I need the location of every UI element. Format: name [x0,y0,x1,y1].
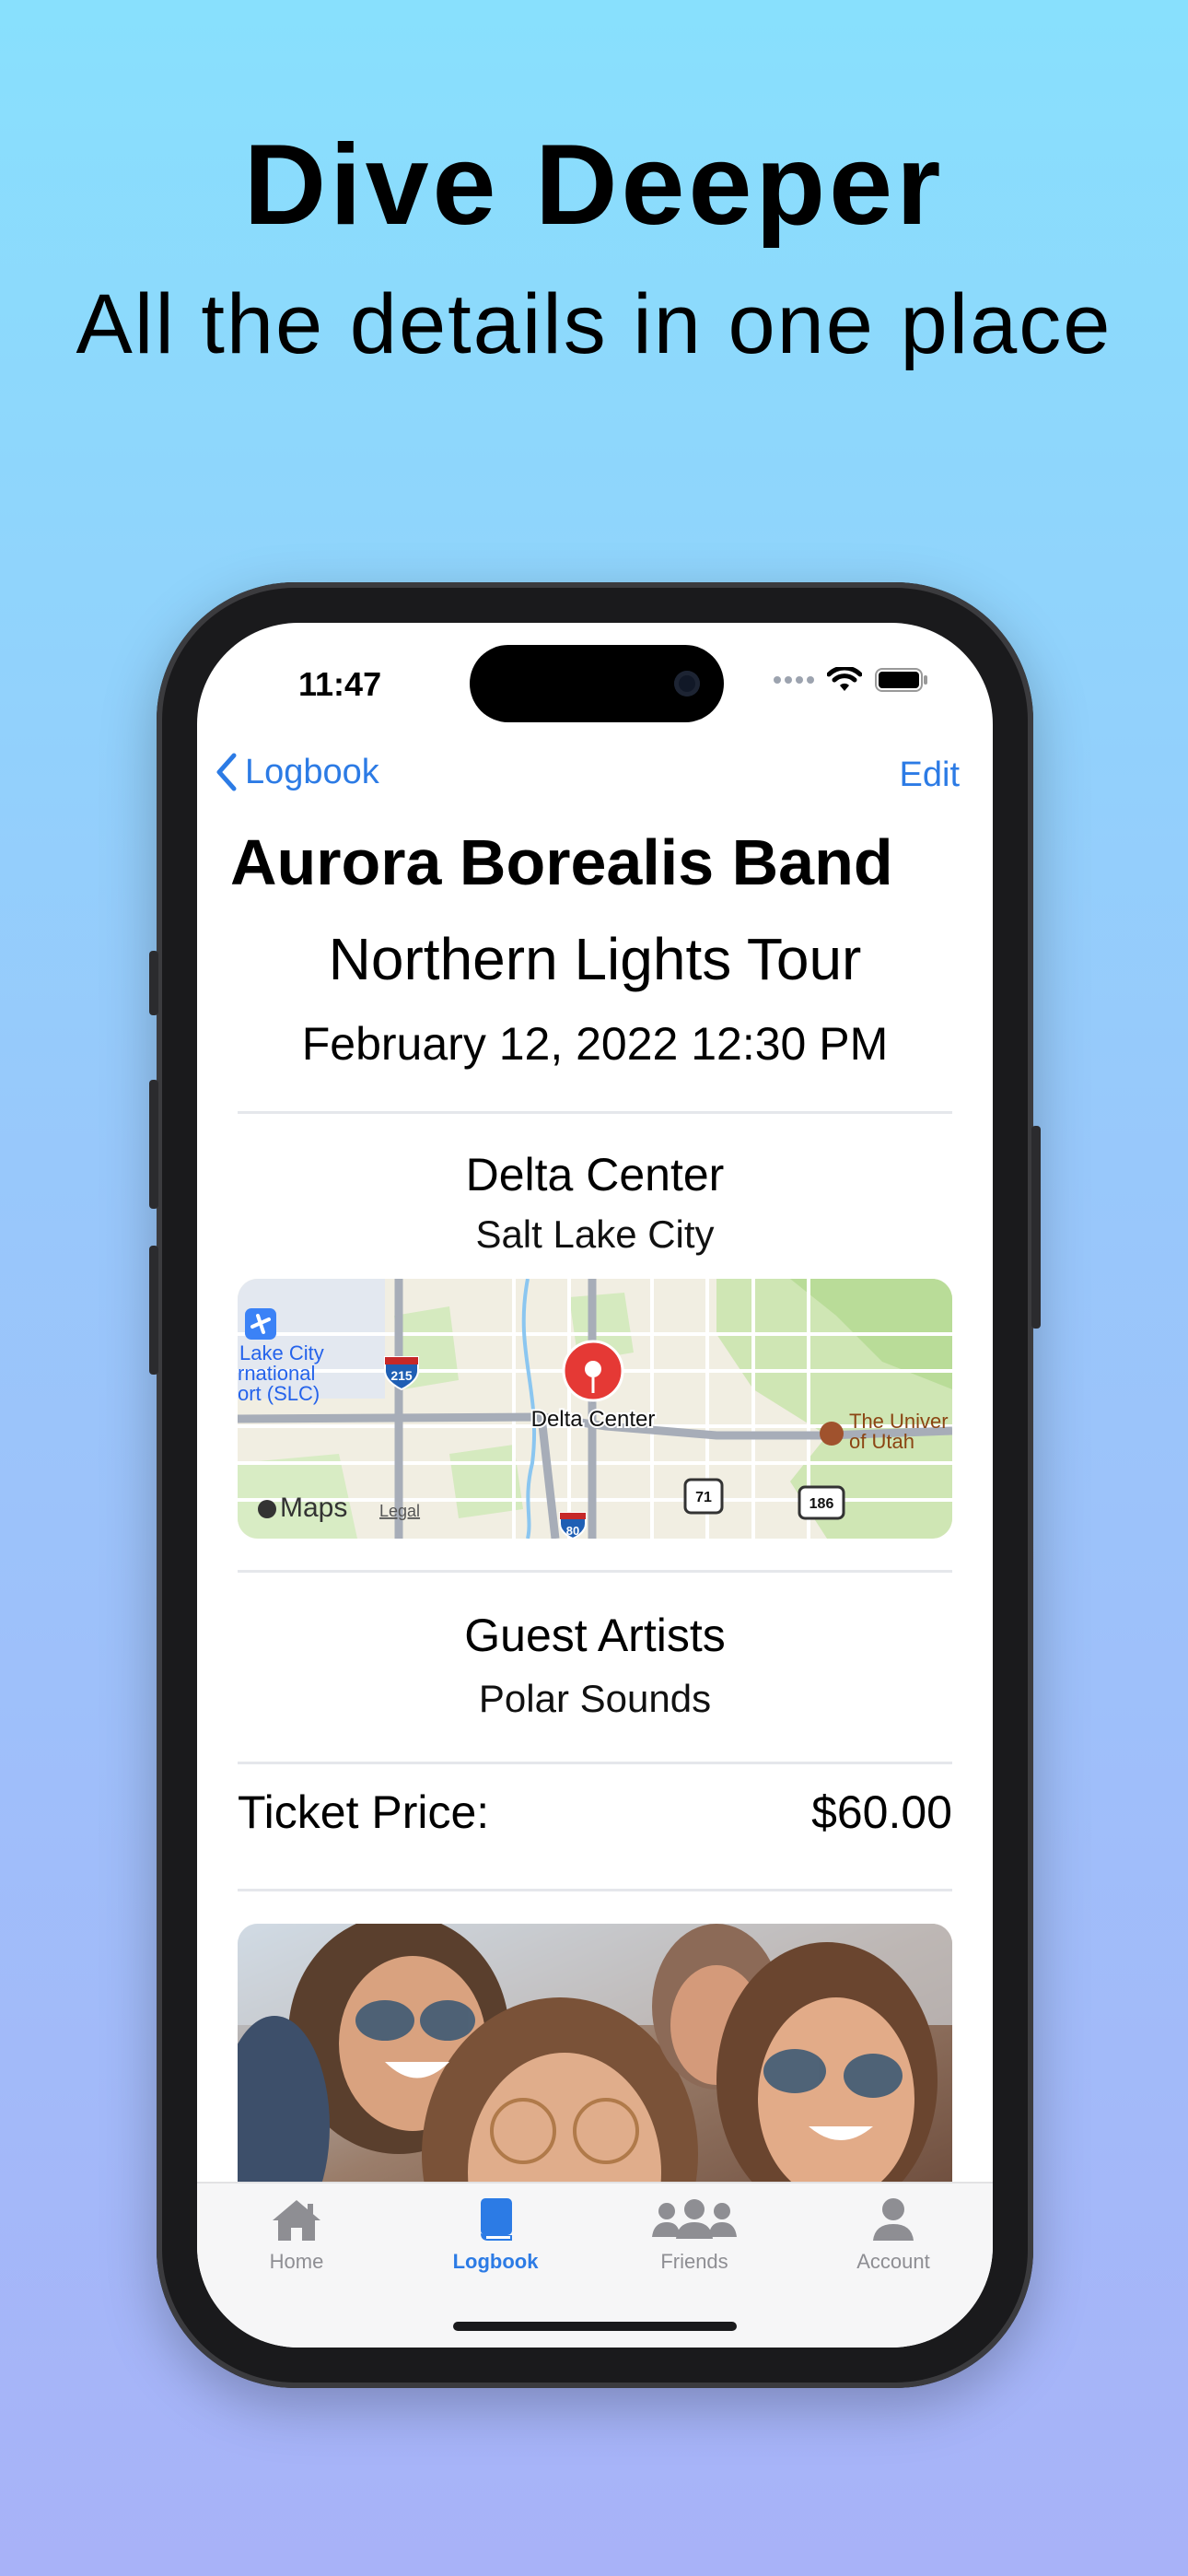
back-button[interactable]: Logbook [214,752,379,792]
house-icon [273,2200,320,2241]
guest-artists-heading: Guest Artists [464,1610,726,1661]
chevron-left-icon [216,753,237,791]
tab-account-label: Account [856,2250,930,2273]
ticket-price-label: Ticket Price: [238,1786,490,1838]
signal-icon [774,676,814,684]
action-button [149,951,158,1015]
concert-photo[interactable] [238,1924,952,2219]
route-71-label: 71 [695,1490,712,1505]
crowd-photo-image [238,1924,952,2219]
venue-map[interactable]: 215 80 71 186 Lake City rnational ort (S… [238,1279,952,1539]
divider [238,1889,952,1891]
divider [238,1111,952,1114]
university-label-2: of Utah [849,1430,914,1453]
tab-home[interactable]: Home [197,2184,396,2348]
promo-subheadline: All the details in one place [76,277,1112,371]
wifi-icon [827,667,862,691]
tab-account[interactable]: Account [794,2184,993,2348]
divider [238,1570,952,1573]
app-screen: 11:47 Logbook Edit Aurora Borealis Band … [197,623,993,2348]
edit-button[interactable]: Edit [900,755,960,795]
tab-friends-label: Friends [660,2250,728,2273]
person-icon [873,2198,914,2241]
book-icon [481,2198,512,2241]
volume-up-button [149,1080,158,1209]
phone-frame: 11:47 Logbook Edit Aurora Borealis Band … [149,582,1041,2388]
map-pin-label: Delta Center [531,1407,656,1432]
power-button [1031,1126,1041,1329]
ticket-price-value: $60.00 [811,1786,952,1838]
venue-name: Delta Center [465,1149,725,1200]
tab-home-label: Home [269,2250,324,2273]
status-icons [774,667,928,693]
divider [238,1762,952,1764]
map-graphic: 215 80 71 186 Lake City rnational ort (S… [238,1279,952,1539]
university-icon [820,1422,844,1446]
map-legal-link[interactable]: Legal [379,1502,420,1520]
apple-logo-icon [258,1500,276,1518]
home-indicator[interactable] [453,2322,737,2331]
back-label: Logbook [245,752,379,791]
band-title: Aurora Borealis Band [230,826,893,898]
people-icon [652,2199,737,2239]
guest-artist-name: Polar Sounds [478,1677,712,1720]
airport-label-3: ort (SLC) [238,1382,320,1405]
dynamic-island [470,645,724,722]
venue-city: Salt Lake City [475,1212,715,1256]
battery-icon [875,668,927,692]
route-186-label: 186 [809,1496,834,1512]
volume-down-button [149,1246,158,1375]
maps-logo: Maps [280,1493,347,1523]
route-80-label: 80 [566,1524,579,1538]
tour-name: Northern Lights Tour [328,926,862,992]
tab-logbook-label: Logbook [452,2250,539,2273]
promo-headline: Dive Deeper [243,122,945,249]
route-215-label: 215 [390,1368,413,1383]
status-time: 11:47 [298,665,382,703]
concert-datetime: February 12, 2022 12:30 PM [301,1018,889,1070]
